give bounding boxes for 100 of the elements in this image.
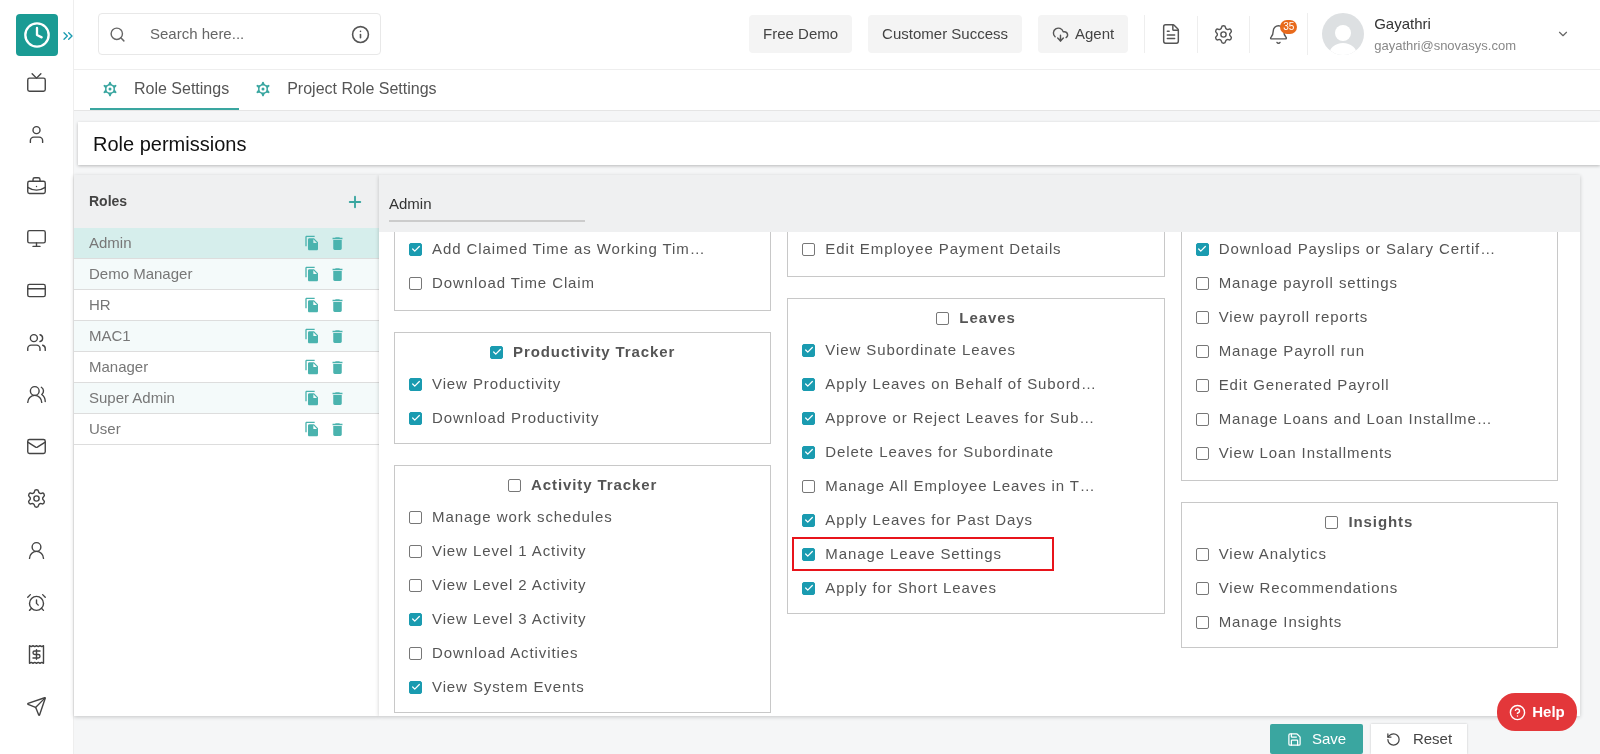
checkbox[interactable] — [1195, 446, 1209, 460]
permission-label: Manage Insights — [1218, 611, 1343, 632]
permission-label: Add Claimed Time as Working Tim… — [432, 238, 706, 259]
permission-label: Manage Leave Settings — [825, 543, 1002, 564]
checkbox[interactable] — [409, 544, 422, 558]
checkbox[interactable] — [409, 377, 422, 391]
checkbox[interactable] — [409, 276, 422, 290]
group-icon[interactable] — [26, 384, 47, 405]
search-input[interactable]: Search here... — [150, 23, 327, 46]
checkbox[interactable] — [409, 680, 422, 694]
role-row[interactable]: HR — [74, 290, 379, 322]
reset-button[interactable]: Reset — [1371, 724, 1467, 754]
user-name: Gayathri — [1374, 14, 1432, 35]
logo[interactable] — [15, 14, 58, 56]
checkbox[interactable] — [1195, 412, 1209, 426]
checkbox[interactable] — [409, 242, 422, 256]
search-field[interactable]: Search here... — [98, 13, 381, 56]
role-row[interactable]: MAC1 — [74, 321, 379, 353]
checkbox[interactable] — [802, 479, 816, 493]
copy-icon[interactable] — [304, 297, 320, 314]
save-button[interactable]: Save — [1270, 724, 1363, 754]
role-row[interactable]: Super Admin — [74, 383, 379, 415]
settings-icon[interactable] — [26, 488, 47, 509]
copy-icon[interactable] — [304, 421, 320, 438]
checkbox[interactable] — [802, 547, 816, 561]
checkbox[interactable] — [409, 578, 422, 592]
copy-icon[interactable] — [304, 328, 320, 345]
role-row[interactable]: Demo Manager — [74, 259, 379, 291]
role-name: Admin — [89, 232, 133, 253]
permission-label: Apply Leaves on Behalf of Subord… — [825, 373, 1097, 394]
header-button[interactable]: Agent — [1038, 15, 1129, 54]
notification-badge: 35 — [1280, 19, 1298, 34]
help-button[interactable]: Help — [1497, 693, 1577, 731]
receipt-icon[interactable] — [26, 644, 47, 665]
role-name: Manager — [89, 356, 150, 377]
checkbox[interactable] — [802, 242, 816, 256]
role-name: HR — [89, 294, 112, 315]
tab[interactable]: Role Settings — [90, 69, 240, 111]
copy-icon[interactable] — [304, 359, 320, 376]
checkbox[interactable] — [409, 411, 422, 425]
checkbox[interactable] — [936, 311, 950, 325]
checkbox[interactable] — [409, 612, 422, 626]
permission-label: Download Payslips or Salary Certif… — [1218, 238, 1497, 259]
checkbox[interactable] — [802, 581, 816, 595]
card-title: Leaves — [959, 307, 1016, 328]
checkbox[interactable] — [409, 510, 422, 524]
checkbox[interactable] — [802, 411, 816, 425]
header-button[interactable]: Free Demo — [749, 15, 853, 54]
permission-label: View Level 1 Activity — [432, 540, 587, 561]
checkbox[interactable] — [1195, 344, 1209, 358]
permission-label: Approve or Reject Leaves for Sub… — [825, 407, 1096, 428]
checkbox[interactable] — [1195, 310, 1209, 324]
checkbox[interactable] — [802, 445, 816, 459]
checkbox[interactable] — [1195, 378, 1209, 392]
checkbox[interactable] — [1325, 515, 1339, 529]
copy-icon[interactable] — [304, 390, 320, 407]
people-icon[interactable] — [26, 332, 47, 353]
mail-icon[interactable] — [26, 436, 47, 457]
permission-label: Apply Leaves for Past Days — [825, 509, 1033, 530]
monitor-icon[interactable] — [26, 228, 47, 249]
role-name: MAC1 — [89, 325, 132, 346]
page-title: Role permissions — [93, 131, 247, 157]
search-icon — [109, 25, 126, 43]
permission-label: View Productivity — [432, 373, 562, 394]
undo-icon — [1385, 731, 1401, 747]
roles-title: Roles — [89, 192, 128, 212]
checkbox[interactable] — [1195, 615, 1209, 629]
checkbox[interactable] — [1195, 242, 1209, 256]
checkbox[interactable] — [802, 513, 816, 527]
permission-label: Manage All Employee Leaves in T… — [825, 475, 1096, 496]
checkbox[interactable] — [1195, 581, 1209, 595]
info-icon[interactable] — [351, 24, 370, 44]
checkbox[interactable] — [1195, 547, 1209, 561]
alarm-clock-icon[interactable] — [26, 592, 47, 613]
briefcase-icon[interactable] — [26, 176, 47, 197]
role-row[interactable]: User — [74, 414, 379, 446]
role-name: User — [89, 418, 122, 439]
copy-icon[interactable] — [304, 266, 320, 283]
checkbox[interactable] — [1195, 276, 1209, 290]
permission-label: View Analytics — [1218, 543, 1327, 564]
permission-label: View Loan Installments — [1218, 442, 1393, 463]
tab[interactable]: Project Role Settings — [243, 69, 447, 111]
checkbox[interactable] — [802, 377, 816, 391]
permission-label: Manage work schedules — [432, 506, 613, 527]
send-icon[interactable] — [26, 696, 47, 717]
cloud-download-icon — [1052, 25, 1069, 43]
checkbox[interactable] — [409, 646, 422, 660]
person-icon[interactable] — [26, 540, 47, 561]
help-icon — [1509, 703, 1527, 721]
header-button[interactable]: Customer Success — [868, 15, 1022, 54]
role-row[interactable]: Manager — [74, 352, 379, 384]
permission-label: View payroll reports — [1218, 306, 1369, 327]
permission-label: View Subordinate Leaves — [825, 339, 1016, 360]
settings-icon[interactable] — [1213, 23, 1235, 45]
tv-icon[interactable] — [26, 72, 47, 93]
checkbox[interactable] — [802, 343, 816, 357]
role-name-field[interactable]: Admin — [389, 193, 585, 222]
permission-label: Manage Loans and Loan Installme… — [1218, 408, 1493, 429]
checkbox[interactable] — [490, 345, 504, 359]
checkbox[interactable] — [508, 478, 522, 492]
